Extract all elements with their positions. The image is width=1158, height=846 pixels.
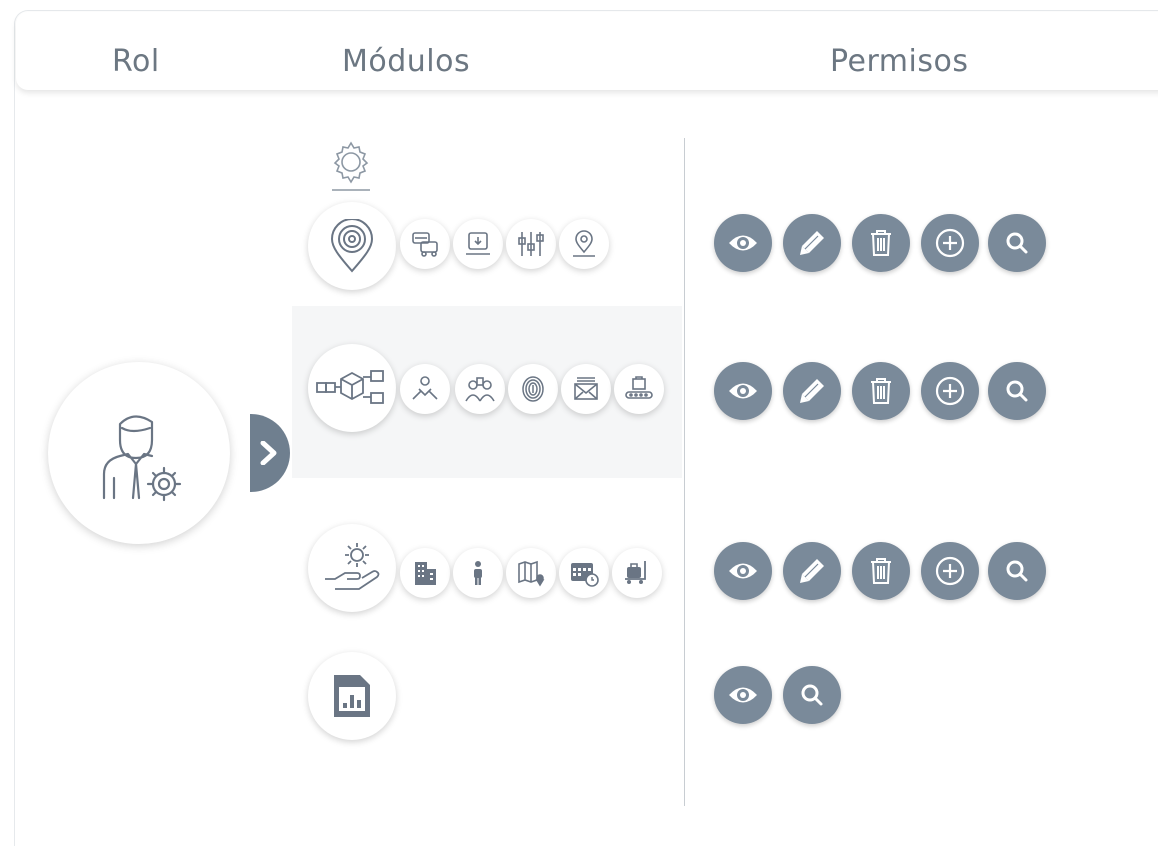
module-logistics[interactable]: [308, 344, 396, 432]
permission-search-button[interactable]: [988, 542, 1046, 600]
person-icon: [474, 561, 482, 585]
map-pin-icon: [573, 230, 595, 257]
eye-icon: [729, 235, 757, 251]
column-divider: [684, 138, 685, 806]
permission-delete-button[interactable]: [852, 214, 910, 272]
chevron-right-icon: [260, 441, 277, 465]
header-rol: Rol: [112, 44, 160, 79]
plus-circle-icon: [935, 556, 965, 586]
header-permisos: Permisos: [830, 44, 969, 79]
search-icon: [1006, 560, 1028, 582]
permission-search-button[interactable]: [988, 362, 1046, 420]
submodule-group[interactable]: [455, 364, 505, 414]
plus-circle-icon: [935, 376, 965, 406]
permission-edit-button[interactable]: [783, 542, 841, 600]
luggage-cart-icon: [625, 561, 646, 584]
submodule-fingerprint[interactable]: [508, 364, 558, 414]
pencil-icon: [800, 559, 824, 583]
hand-gear-icon: [325, 543, 380, 590]
permission-view-button[interactable]: [714, 362, 772, 420]
pencil-icon: [800, 379, 824, 403]
permission-add-button[interactable]: [921, 362, 979, 420]
search-icon: [801, 684, 823, 706]
submodule-calendar-clock[interactable]: [559, 548, 609, 598]
settings-gear-icon: [332, 141, 370, 191]
submodule-luggage-cart[interactable]: [612, 548, 662, 598]
module-tracking[interactable]: [308, 202, 396, 290]
trash-icon: [871, 378, 891, 404]
submodule-vehicles[interactable]: [400, 219, 450, 269]
search-icon: [1006, 232, 1028, 254]
package-flow-icon: [316, 370, 384, 404]
header-modulos: Módulos: [342, 44, 471, 79]
conveyor-icon: [625, 376, 653, 399]
permission-view-button[interactable]: [714, 542, 772, 600]
submodule-monitor[interactable]: [453, 219, 503, 269]
building-icon: [415, 562, 436, 585]
mail-icon: [574, 377, 598, 400]
eye-icon: [729, 687, 757, 703]
calendar-clock-icon: [571, 563, 599, 587]
permission-delete-button[interactable]: [852, 542, 910, 600]
module-services[interactable]: [308, 524, 396, 612]
vehicles-icon: [412, 232, 438, 257]
permission-search-button[interactable]: [783, 666, 841, 724]
fingerprint-icon: [522, 376, 544, 402]
eye-icon: [729, 383, 757, 399]
plus-circle-icon: [935, 228, 965, 258]
pencil-icon: [800, 231, 824, 255]
role-avatar[interactable]: [48, 362, 230, 544]
permission-view-button[interactable]: [714, 666, 772, 724]
search-icon: [1006, 380, 1028, 402]
modules-settings-gear[interactable]: [326, 140, 376, 196]
user-gear-icon: [102, 415, 182, 502]
submodule-building[interactable]: [400, 548, 450, 598]
permission-add-button[interactable]: [921, 542, 979, 600]
trash-icon: [871, 230, 891, 256]
permission-edit-button[interactable]: [783, 362, 841, 420]
table-header: Rol Módulos Permisos: [16, 12, 1158, 90]
submodule-map[interactable]: [506, 548, 556, 598]
permission-search-button[interactable]: [988, 214, 1046, 272]
monitor-icon: [466, 232, 490, 255]
map-icon: [518, 560, 545, 587]
permission-delete-button[interactable]: [852, 362, 910, 420]
permission-view-button[interactable]: [714, 214, 772, 272]
submodule-sliders[interactable]: [506, 219, 556, 269]
permission-add-button[interactable]: [921, 214, 979, 272]
report-icon: [334, 675, 370, 717]
group-icon: [465, 377, 495, 402]
handshake-icon: [412, 376, 438, 400]
trash-icon: [871, 558, 891, 584]
submodule-conveyor[interactable]: [614, 364, 664, 414]
module-reports[interactable]: [308, 652, 396, 740]
sliders-icon: [518, 232, 544, 256]
submodule-person[interactable]: [453, 548, 503, 598]
submodule-map-pin[interactable]: [559, 219, 609, 269]
location-pin-icon: [330, 219, 374, 273]
submodule-mail[interactable]: [561, 364, 611, 414]
eye-icon: [729, 563, 757, 579]
permission-edit-button[interactable]: [783, 214, 841, 272]
submodule-handshake[interactable]: [400, 364, 450, 414]
